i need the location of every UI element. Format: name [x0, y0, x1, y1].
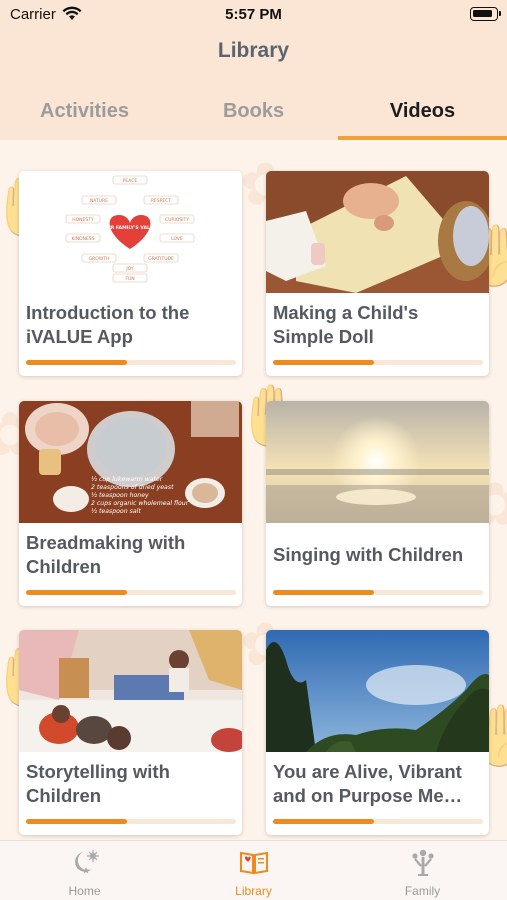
video-card[interactable]: Making a Child's Simple Doll	[266, 171, 489, 376]
sunset-beach-image	[266, 401, 489, 523]
segment-tabs: Activities Books Videos	[0, 92, 507, 140]
header: Carrier 5:57 PM Library Activities Books…	[0, 0, 507, 140]
status-bar: Carrier 5:57 PM	[0, 0, 507, 30]
progress-bar	[26, 360, 236, 365]
video-thumbnail	[266, 401, 489, 523]
video-thumbnail	[19, 630, 242, 752]
video-thumbnail	[266, 630, 489, 752]
breadmaking-image: ½ cup lukewarm water 2 teaspoons of drie…	[19, 401, 242, 523]
bottom-tab-bar: Home Library Family	[0, 840, 507, 900]
video-thumbnail: ½ cup lukewarm water 2 teaspoons of drie…	[19, 401, 242, 523]
progress-fill	[273, 590, 374, 595]
progress-bar	[26, 819, 236, 824]
video-thumbnail	[266, 171, 489, 293]
video-title: Storytelling with Children	[26, 761, 170, 806]
video-thumbnail: PEACE NATURE RESPECT HONESTY CURIOSITY KINDNE…	[19, 171, 242, 293]
open-book-icon	[239, 851, 268, 875]
clock: 5:57 PM	[225, 6, 282, 23]
values-diagram-image: PEACE NATURE RESPECT HONESTY CURIOSITY KINDNE…	[19, 171, 242, 293]
diagram-value-label: FUN	[125, 276, 134, 282]
progress-fill	[26, 360, 127, 365]
progress-fill	[26, 819, 127, 824]
tabbar-label: Home	[68, 884, 101, 898]
diagram-value-label: LOVE	[171, 236, 183, 242]
tab-label: Videos	[389, 100, 456, 122]
video-title: Singing with Children	[273, 544, 464, 565]
progress-bar	[273, 360, 483, 365]
tab-videos[interactable]: Videos	[338, 92, 507, 140]
diagram-value-label: JOY	[125, 266, 134, 272]
video-grid: PEACE NATURE RESPECT HONESTY CURIOSITY KINDNE…	[0, 140, 507, 840]
storytelling-image	[19, 630, 242, 752]
diagram-value-label: GRATITUDE	[148, 256, 174, 262]
recipe-line: ½ cup lukewarm water	[91, 475, 163, 483]
video-card[interactable]: PEACE NATURE RESPECT HONESTY CURIOSITY KINDNE…	[19, 171, 242, 376]
video-title: Making a Child's Simple Doll	[273, 302, 419, 347]
tab-label: Books	[222, 100, 285, 122]
battery-icon	[470, 7, 501, 21]
video-card[interactable]: Singing with Children	[266, 401, 489, 606]
tab-activities[interactable]: Activities	[0, 92, 169, 140]
tab-books[interactable]: Books	[169, 92, 338, 140]
progress-bar	[273, 819, 483, 824]
diagram-value-label: NATURE	[90, 198, 108, 204]
progress-bar	[273, 590, 483, 595]
tabbar-home[interactable]: Home	[0, 841, 169, 900]
diagram-value-label: HONESTY	[72, 217, 94, 223]
moon-star-icon	[74, 850, 99, 874]
progress-fill	[273, 360, 374, 365]
diagram-value-label: RESPECT	[151, 198, 172, 204]
diagram-value-label: KINDNESS	[71, 236, 94, 242]
recipe-line: ½ teaspoon honey	[91, 491, 149, 499]
family-tree-icon	[411, 849, 434, 876]
video-card[interactable]: Storytelling with Children	[19, 630, 242, 835]
diagram-center-text: YOUR FAMILY'S VALUES	[99, 225, 160, 231]
tabbar-family[interactable]: Family	[338, 841, 507, 900]
diagram-value-label: GROWTH	[89, 256, 110, 262]
video-title: You are Alive, Vibrant and on Purpose Me…	[273, 761, 463, 806]
doll-making-image	[266, 171, 489, 293]
forest-sky-image	[266, 630, 489, 752]
tabbar-label: Library	[235, 884, 272, 898]
video-title: Introduction to the iVALUE App	[26, 302, 190, 347]
page-title: Library	[217, 39, 290, 62]
video-card[interactable]: ½ cup lukewarm water 2 teaspoons of drie…	[19, 401, 242, 606]
tab-label: Activities	[40, 100, 129, 122]
tabbar-label: Family	[404, 884, 441, 898]
progress-fill	[273, 819, 374, 824]
progress-fill	[26, 590, 127, 595]
recipe-line: ½ teaspoon salt	[91, 507, 141, 515]
diagram-value-label: CURIOSITY	[165, 217, 189, 223]
progress-bar	[26, 590, 236, 595]
video-card[interactable]: You are Alive, Vibrant and on Purpose Me…	[266, 630, 489, 835]
recipe-line: 2 cups organic wholemeal flour	[91, 500, 189, 507]
diagram-value-label: PEACE	[123, 178, 138, 184]
video-title: Breadmaking with Children	[26, 532, 186, 577]
recipe-line: 2 teaspoons of dried yeast	[91, 483, 174, 491]
tabbar-library[interactable]: Library	[169, 841, 338, 900]
